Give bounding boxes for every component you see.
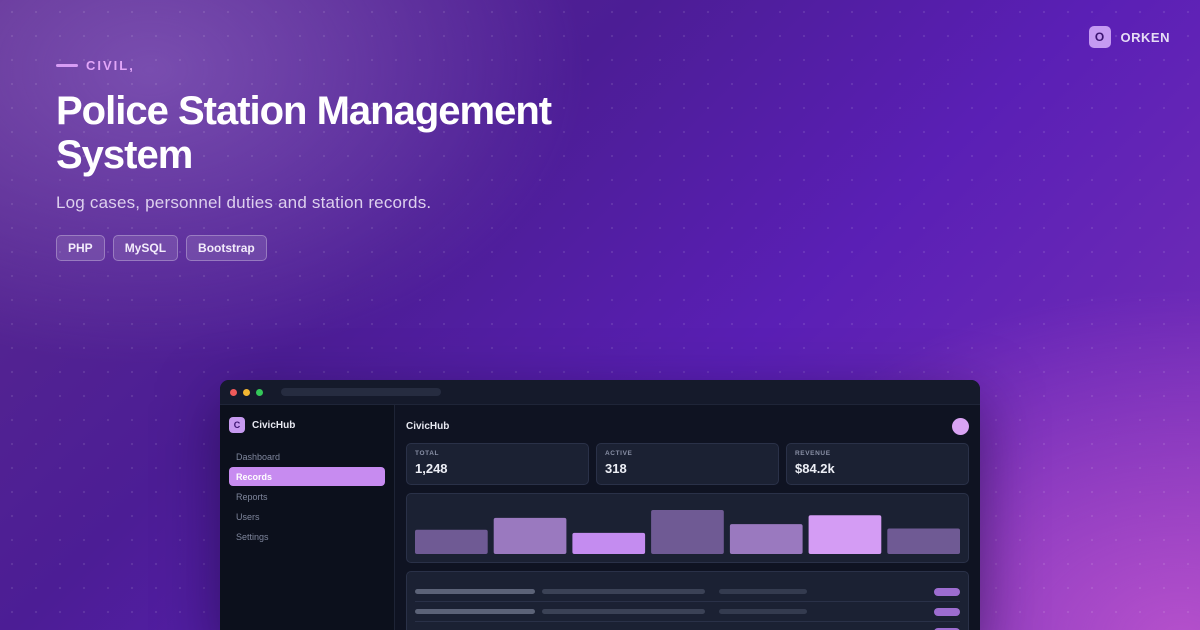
- stat-value: 1,248: [415, 461, 448, 476]
- eyebrow: CIVIL,: [56, 58, 676, 73]
- main-title: CivicHub: [406, 420, 450, 432]
- stat-label: ACTIVE: [605, 450, 633, 457]
- tag-php: PHP: [56, 235, 105, 261]
- tag-bootstrap: Bootstrap: [186, 235, 267, 261]
- records-table: [406, 571, 969, 630]
- main-content: CivicHub TOTAL 1,248 ACTIVE 318 REVENUE …: [396, 405, 980, 630]
- cell-placeholder: [719, 609, 807, 614]
- sidebar-item-dashboard[interactable]: Dashboard: [229, 447, 385, 466]
- app-logo-icon: C: [229, 417, 245, 433]
- tech-tags: PHP MySQL Bootstrap: [56, 235, 676, 261]
- sidebar-item-records[interactable]: Records: [229, 467, 385, 486]
- stat-label: TOTAL: [415, 450, 440, 457]
- sidebar-brand: C CivicHub: [229, 417, 385, 433]
- sidebar-item-reports[interactable]: Reports: [229, 487, 385, 506]
- page-subtitle: Log cases, personnel duties and station …: [56, 193, 432, 212]
- stat-value: 318: [605, 461, 627, 476]
- chart-bar-5: [729, 524, 803, 554]
- brand-name: ORKEN: [1120, 29, 1170, 45]
- cell-placeholder: [542, 609, 705, 614]
- sidebar-item-settings[interactable]: Settings: [229, 527, 385, 546]
- chart-bar-3: [572, 532, 646, 554]
- sidebar: C CivicHub Dashboard Records Reports Use…: [220, 405, 395, 630]
- main-header: CivicHub: [406, 417, 969, 435]
- hero: CIVIL, Police Station Management System …: [56, 58, 676, 261]
- status-badge: [934, 587, 960, 596]
- cell-placeholder: [719, 589, 807, 594]
- stat-card-revenue: REVENUE $84.2k: [786, 443, 969, 485]
- table-row[interactable]: [415, 602, 960, 622]
- stat-card-active: ACTIVE 318: [596, 443, 779, 485]
- stat-cards: TOTAL 1,248 ACTIVE 318 REVENUE $84.2k: [406, 443, 969, 485]
- cell-placeholder: [415, 589, 535, 594]
- close-dot-icon[interactable]: [230, 388, 237, 396]
- brand: O ORKEN: [1088, 26, 1170, 48]
- chart-bar-1: [415, 529, 488, 554]
- stat-card-total: TOTAL 1,248: [406, 443, 589, 485]
- eyebrow-dash: [56, 64, 78, 67]
- chart-bar-7: [887, 528, 960, 554]
- tag-mysql: MySQL: [112, 235, 179, 261]
- bar-chart: [415, 510, 960, 554]
- stat-value: $84.2k: [795, 461, 835, 476]
- table-row[interactable]: [415, 622, 960, 630]
- sidebar-item-users[interactable]: Users: [229, 507, 385, 526]
- minimize-dot-icon[interactable]: [243, 388, 250, 396]
- app-name: CivicHub: [252, 419, 296, 431]
- stat-label: REVENUE: [795, 450, 831, 457]
- status-badge: [934, 607, 960, 616]
- address-bar[interactable]: [281, 388, 441, 396]
- cell-placeholder: [542, 589, 705, 594]
- bar-chart-card: [406, 493, 969, 563]
- app-preview-window: C CivicHub Dashboard Records Reports Use…: [220, 380, 980, 630]
- window-titlebar: [220, 380, 980, 405]
- brand-logo-icon: O: [1088, 26, 1111, 48]
- chart-bar-2: [493, 517, 567, 554]
- avatar[interactable]: [952, 417, 969, 435]
- page-title: Police Station Management System: [56, 89, 552, 177]
- chart-bar-6: [808, 515, 882, 554]
- table-row[interactable]: [415, 582, 960, 602]
- cell-placeholder: [415, 609, 535, 614]
- eyebrow-text: CIVIL,: [86, 58, 135, 73]
- maximize-dot-icon[interactable]: [256, 388, 263, 396]
- chart-bar-4: [651, 510, 724, 554]
